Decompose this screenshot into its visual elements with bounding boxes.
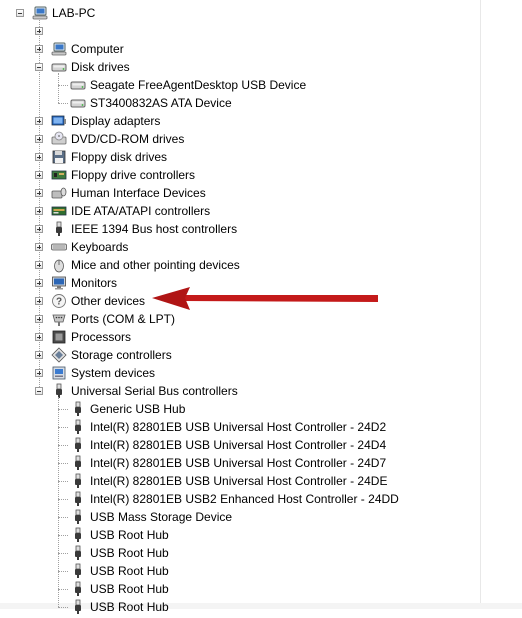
arrow-shaft [182, 295, 378, 302]
arrow-head [152, 287, 190, 310]
annotation-arrow [152, 287, 378, 310]
